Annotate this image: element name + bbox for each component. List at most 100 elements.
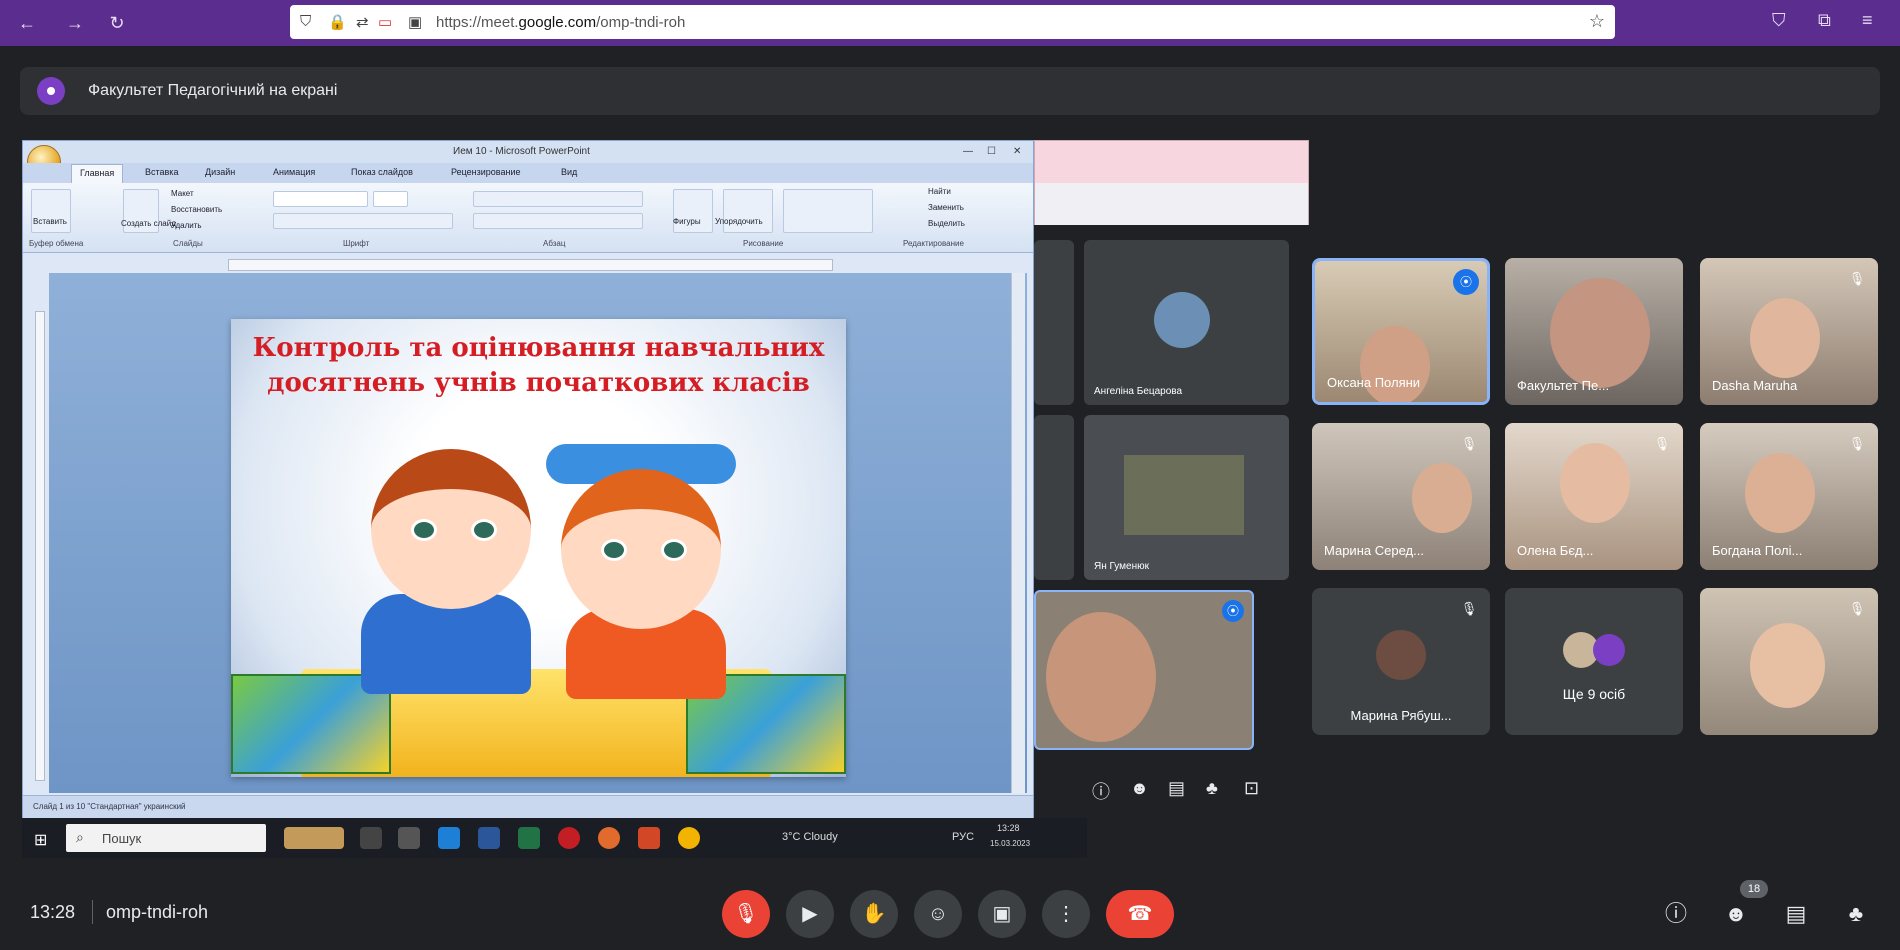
mic-off-icon: 🎙︎ [1460, 436, 1478, 451]
speaking-indicator-icon: ⦿ [1222, 600, 1244, 622]
inner-tile-name: Ангеліна Бецарова [1094, 386, 1183, 397]
present-button[interactable]: ▣ [978, 890, 1026, 938]
participant-face [1550, 278, 1650, 388]
tab-view: Вид [561, 167, 578, 177]
more-participants-tile[interactable]: Ще 9 осіб [1505, 588, 1683, 735]
boy-right-eye [471, 519, 497, 541]
taskbar-search: ⌕ Пошук [66, 824, 266, 852]
participant-name: Богдана Полі... [1712, 543, 1803, 558]
vertical-scrollbar [1011, 273, 1025, 793]
participant-face [1412, 463, 1472, 533]
participant-tile[interactable]: ⦿ Оксана Поляни [1312, 258, 1490, 405]
people-button[interactable]: ☻ [1718, 896, 1754, 932]
group-paragraph: Абзац [543, 239, 566, 248]
participant-tile[interactable]: 🎙︎ Dasha Maruha [1700, 258, 1878, 405]
tab-animation: Анимация [273, 167, 316, 177]
group-editing: Редактирование [903, 239, 964, 248]
shield-icon[interactable]: ⛉ [300, 13, 311, 30]
lock-icon[interactable]: 🔒 [328, 13, 347, 31]
mic-off-icon: 🎙︎ [1848, 271, 1866, 286]
inner-activities-icon: ♣ [1206, 778, 1218, 798]
extensions-icon[interactable]: ⧉ [1818, 10, 1831, 31]
raise-hand-button[interactable]: ✋ [850, 890, 898, 938]
word-icon [478, 827, 500, 849]
layout-label: Макет [171, 189, 194, 198]
participant-tile[interactable]: 🎙︎ [1700, 588, 1878, 735]
font-name-box [273, 191, 368, 207]
meeting-clock: 13:28 [30, 902, 76, 922]
participant-face [1750, 623, 1825, 708]
slide-title: Контроль та оцінювання навчальних досягн… [252, 333, 825, 398]
participant-count-badge: 18 [1740, 880, 1768, 898]
participant-name: Олена Бєд... [1517, 543, 1594, 558]
avatar [1376, 630, 1426, 680]
address-bar[interactable]: ⛉ 🔒 ⇄ ▭ ▣ https://meet.google.com/omp-tn… [290, 5, 1615, 39]
activities-button[interactable]: ♣ [1838, 896, 1874, 932]
inner-tile-partial [1034, 240, 1074, 405]
more-options-button[interactable]: ⋮ [1042, 890, 1090, 938]
chat-button[interactable]: ▤ [1778, 896, 1814, 932]
excel-icon [518, 827, 540, 849]
camera-app-icon [398, 827, 420, 849]
participant-face [1750, 298, 1820, 378]
background-browser-toolbar [1035, 183, 1308, 225]
boy-head-illustration [371, 449, 531, 609]
reactions-button[interactable]: ☺ [914, 890, 962, 938]
avatar [1154, 292, 1210, 348]
participant-tile[interactable]: 🎙︎ Богдана Полі... [1700, 423, 1878, 570]
participant-tile[interactable]: 🎙︎ Олена Бєд... [1505, 423, 1683, 570]
reload-icon[interactable]: ↻ [104, 10, 130, 36]
url-path: /omp-tndi-roh [596, 14, 686, 31]
participant-tile[interactable]: Факультет Пе... [1505, 258, 1683, 405]
girl-head-illustration [561, 469, 721, 629]
menu-icon[interactable]: ≡ [1862, 10, 1873, 31]
screen-share-icon[interactable]: ▣ [408, 13, 422, 31]
tab-insert: Вставка [145, 167, 179, 177]
tab-slideshow: Показ слайдов [351, 167, 413, 177]
presenting-text: Факультет Педагогічний на екрані [88, 82, 338, 99]
bookmark-star-icon[interactable]: ☆ [1589, 11, 1605, 32]
opera-icon [558, 827, 580, 849]
taskbar-search-text: Пошук [102, 831, 142, 846]
shapes-label: Фигуры [673, 217, 701, 226]
participant-face [1360, 326, 1430, 402]
participant-tile[interactable]: 🎙︎ Марина Серед... [1312, 423, 1490, 570]
forward-arrow-icon[interactable]: → [62, 10, 88, 36]
meeting-code: omp-tndi-roh [106, 902, 209, 922]
ppt-window-title: Ием 10 - Microsoft PowerPoint [453, 146, 590, 157]
speaking-indicator-icon: ⦿ [1453, 269, 1479, 295]
permissions-icon[interactable]: ⇄ [356, 13, 369, 31]
minimize-icon: — [963, 146, 973, 157]
vertical-ruler [35, 311, 45, 781]
url-text[interactable]: https://meet.google.com/omp-tndi-roh [436, 14, 685, 31]
inner-tile: Ангеліна Бецарова [1084, 240, 1289, 405]
inner-info-icon: ⓘ [1092, 782, 1110, 802]
ribbon-tabs: Главная Вставка Дизайн Анимация Показ сл… [23, 163, 1033, 183]
font-size-box [373, 191, 408, 207]
arrange-button [723, 189, 773, 233]
meeting-info-button[interactable]: ⓘ [1658, 896, 1694, 932]
maximize-icon: ☐ [987, 146, 996, 157]
pocket-icon[interactable]: ⛉ [1772, 10, 1786, 31]
inner-people-icon: ☻ [1130, 778, 1149, 798]
back-arrow-icon[interactable]: ← [14, 10, 40, 36]
taskbar-widget [284, 827, 344, 849]
powerpoint-window: Ием 10 - Microsoft PowerPoint — ☐ ✕ Глав… [22, 140, 1034, 819]
end-call-button[interactable]: ☎ [1106, 890, 1174, 938]
select-label: Выделить [928, 219, 965, 228]
reset-label: Восстановить [171, 205, 223, 214]
inner-tile: Ян Гуменюк [1084, 415, 1289, 580]
camera-button[interactable]: ▶ [786, 890, 834, 938]
font-format-row [273, 213, 453, 229]
tab-review: Рецензирование [451, 167, 521, 177]
inner-speaker-tile: ⦿ [1034, 590, 1254, 750]
participant-tile[interactable]: 🎙︎ Марина Рябуш... [1312, 588, 1490, 735]
mic-off-button[interactable]: 🎙︎ [722, 890, 770, 938]
group-clipboard: Буфер обмена [29, 239, 84, 248]
divider [92, 900, 93, 924]
inner-chat-icon: ▤ [1168, 778, 1186, 798]
camera-sharing-icon[interactable]: ▭ [378, 13, 392, 31]
windows-start-icon: ⊞ [34, 832, 48, 849]
background-browser-window [1034, 140, 1309, 225]
horizontal-ruler [228, 259, 833, 271]
